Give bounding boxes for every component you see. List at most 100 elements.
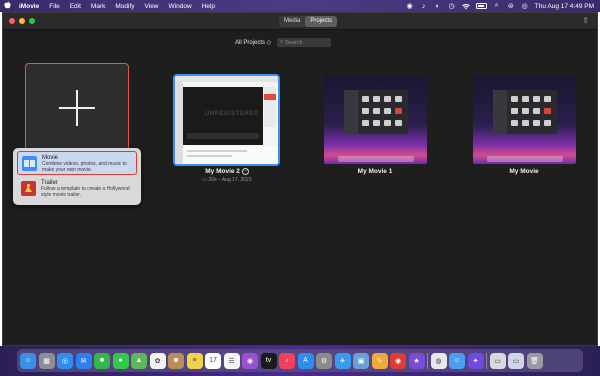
project-thumbnail-my-movie[interactable] [473,76,576,164]
tab-projects[interactable]: Projects [305,16,338,27]
thumbnail-icon-row [362,120,402,126]
podcasts-icon[interactable]: ◉ [242,352,258,369]
project-filter-bar: All Projects ◇ ⌕ [3,37,597,49]
search-field[interactable]: ⌕ [277,38,331,47]
menu-modify[interactable]: Modify [110,3,139,10]
screen-recorder-icon[interactable]: ◉ [390,352,406,369]
imovie-icon[interactable]: ★ [408,352,425,369]
menu-file[interactable]: File [44,3,64,10]
thumbnail-right-panel [264,87,276,127]
search-input[interactable] [285,39,326,46]
thumbnail-watermark: UNREGISTERED [205,111,259,117]
thumbnail-line [187,155,232,157]
thumbnail-player: UNREGISTERED [183,87,263,145]
project-name-my-movie-1[interactable]: My Movie 1 [323,168,427,175]
safari-icon[interactable]: ◎ [57,352,73,369]
siri-icon[interactable]: ◎ [521,3,529,10]
photos-icon[interactable]: ✿ [149,352,166,369]
messages-icon[interactable]: ● [112,352,129,369]
view-switcher: Media Projects [279,16,338,27]
music-icon[interactable]: ♪ [279,352,295,369]
launchpad-icon[interactable]: ▦ [38,352,55,369]
title-bar: Media Projects ⇪ [3,13,597,30]
chrome-icon[interactable]: ◍ [430,352,447,369]
menu-item-description: Follow a template to create a Hollywood … [41,186,130,198]
project-name-text: My Movie 2 [205,168,240,176]
new-project-button[interactable] [25,63,129,152]
thumbnail-icon-row [362,96,402,102]
system-preferences-icon[interactable]: ⚙ [316,352,332,369]
menu-item-description: Combine videos, photos, and music to mak… [42,161,127,173]
share-icon[interactable]: ⇪ [582,16,589,25]
thumbnail-icon-row [511,108,551,114]
tab-media[interactable]: Media [279,16,305,27]
close-window-button[interactable] [9,18,15,24]
project-thumbnail-my-movie-2[interactable]: UNREGISTERED [173,74,280,166]
control-center-icon[interactable]: ⊜ [507,3,515,10]
focus-icon[interactable]: ◐ [434,3,442,10]
menu-clock[interactable]: Thu Aug 17 4:49 PM [535,3,594,10]
menu-view[interactable]: View [140,3,164,10]
screen-record-icon[interactable]: ◉ [406,3,414,10]
menu-app-name[interactable]: iMovie [14,3,44,10]
facetime-icon[interactable]: ■ [94,352,110,369]
project-name-my-movie-2[interactable]: My Movie 2 ⋯ [175,168,279,175]
dock-separator [486,352,487,369]
calendar-icon[interactable]: 17 [205,352,221,369]
contacts-icon[interactable]: ☻ [168,352,184,369]
menu-item-trailer[interactable]: Trailer Follow a template to create a Ho… [17,177,137,201]
project-thumbnail-my-movie-1[interactable] [324,76,427,164]
thumbnail-icon-row [511,120,551,126]
thumbnail-dock [487,156,563,162]
finder-active-icon[interactable]: ☺ [449,352,465,369]
thumbnail-dock [338,156,414,162]
thumbnail-red-button [264,94,276,100]
menu-mark[interactable]: Mark [86,3,110,10]
film-icon: ▭ [202,177,208,183]
wifi-icon[interactable] [461,3,470,10]
finder-icon[interactable]: ☺ [20,352,36,369]
thumbnail-icon-row [362,108,402,114]
project-name-my-movie[interactable]: My Movie [472,168,576,175]
movie-icon [22,156,37,171]
documents-folder-icon[interactable]: ▭ [508,352,524,369]
pencil-icon[interactable]: ✎ [371,352,388,369]
thumbnail-sidebar [344,90,358,134]
apple-menu-icon[interactable] [0,1,14,11]
trash-icon[interactable]: 🗑 [526,352,543,369]
menu-help[interactable]: Help [197,3,220,10]
notes-icon[interactable]: ≡ [186,352,203,369]
dock-separator [427,352,428,369]
music-status-icon[interactable]: ♪ [420,3,428,10]
maps-icon[interactable]: ▲ [131,352,147,369]
all-projects-dropdown[interactable]: All Projects ◇ [235,39,271,46]
new-project-menu: Movie Combine videos, photos, and music … [13,148,141,205]
clock-status-icon[interactable]: ◷ [448,3,456,10]
apple-tv-icon[interactable]: tv [260,352,277,369]
imovie-star-icon[interactable]: ✦ [467,352,484,369]
trailer-icon [21,181,36,196]
downloads-folder-icon[interactable]: ▭ [489,352,506,369]
mail-icon[interactable]: ✉ [75,352,92,369]
zoom-window-button[interactable] [29,18,35,24]
thumbnail-sidebar [175,82,183,164]
minimize-window-button[interactable] [19,18,25,24]
thumbnail-line [187,150,247,152]
status-area: ◉ ♪ ◐ ◷ ⌕ ⊜ ◎ Thu Aug 17 4:49 PM [406,2,600,10]
project-meta-text: 20s – Aug 17, 2023 [208,177,252,183]
more-options-icon[interactable]: ⋯ [241,168,249,175]
battery-icon[interactable] [475,3,487,9]
testflight-icon[interactable]: ✈ [334,352,351,369]
window-controls [9,18,35,24]
search-icon: ⌕ [280,39,284,45]
menu-edit[interactable]: Edit [65,3,86,10]
reminders-icon[interactable]: ☰ [223,352,240,369]
app-store-icon[interactable]: A [297,352,314,369]
preview-icon[interactable]: ▣ [353,352,369,369]
thumbnail-toolbar [175,76,278,82]
menu-window[interactable]: Window [164,3,197,10]
spotlight-icon[interactable]: ⌕ [493,2,501,10]
menu-item-movie[interactable]: Movie Combine videos, photos, and music … [17,151,137,175]
thumbnail-sidebar [493,90,507,134]
project-meta-my-movie-2: ▭ 20s – Aug 17, 2023 [175,177,279,183]
